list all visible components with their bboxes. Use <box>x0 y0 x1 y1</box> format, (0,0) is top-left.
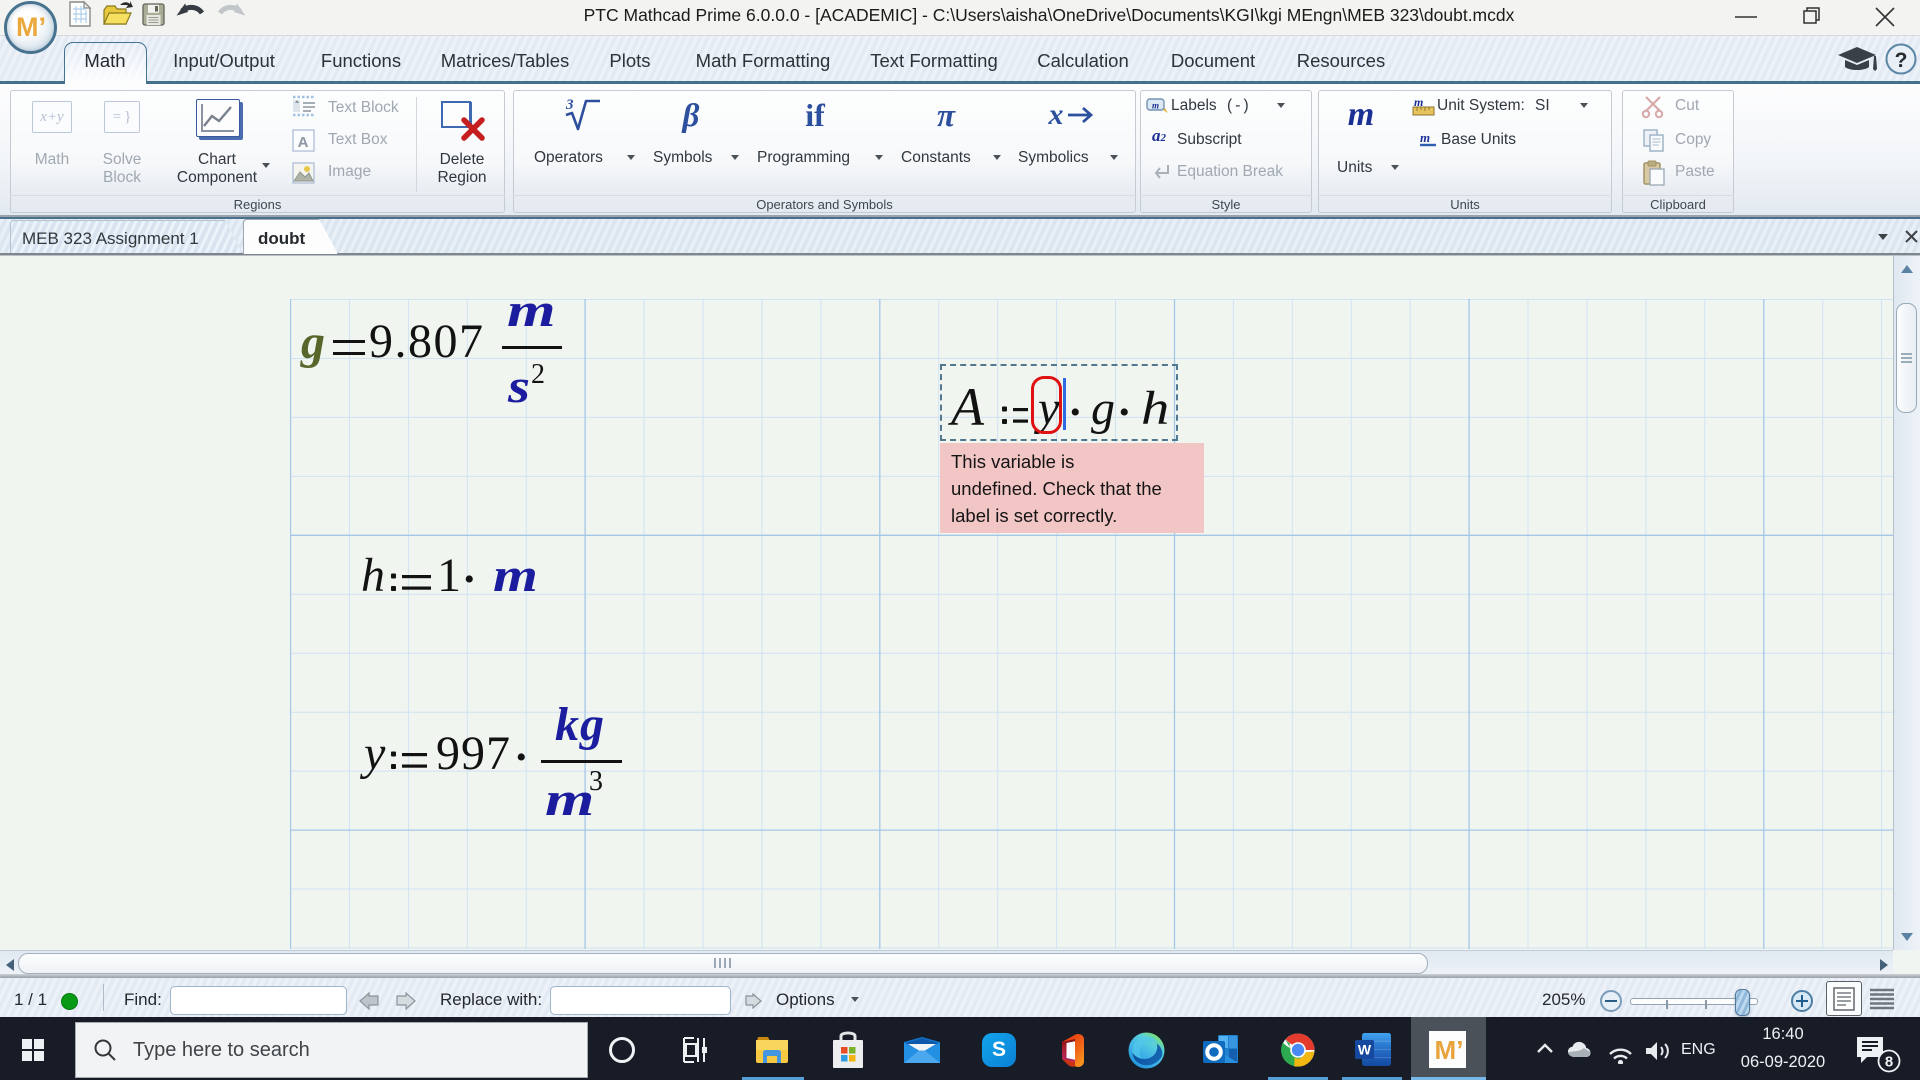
svg-text:m: m <box>1420 130 1430 145</box>
svg-text:?: ? <box>1895 49 1908 72</box>
svg-text:8: 8 <box>1885 1054 1893 1071</box>
svg-text:W: W <box>1358 1042 1372 1058</box>
